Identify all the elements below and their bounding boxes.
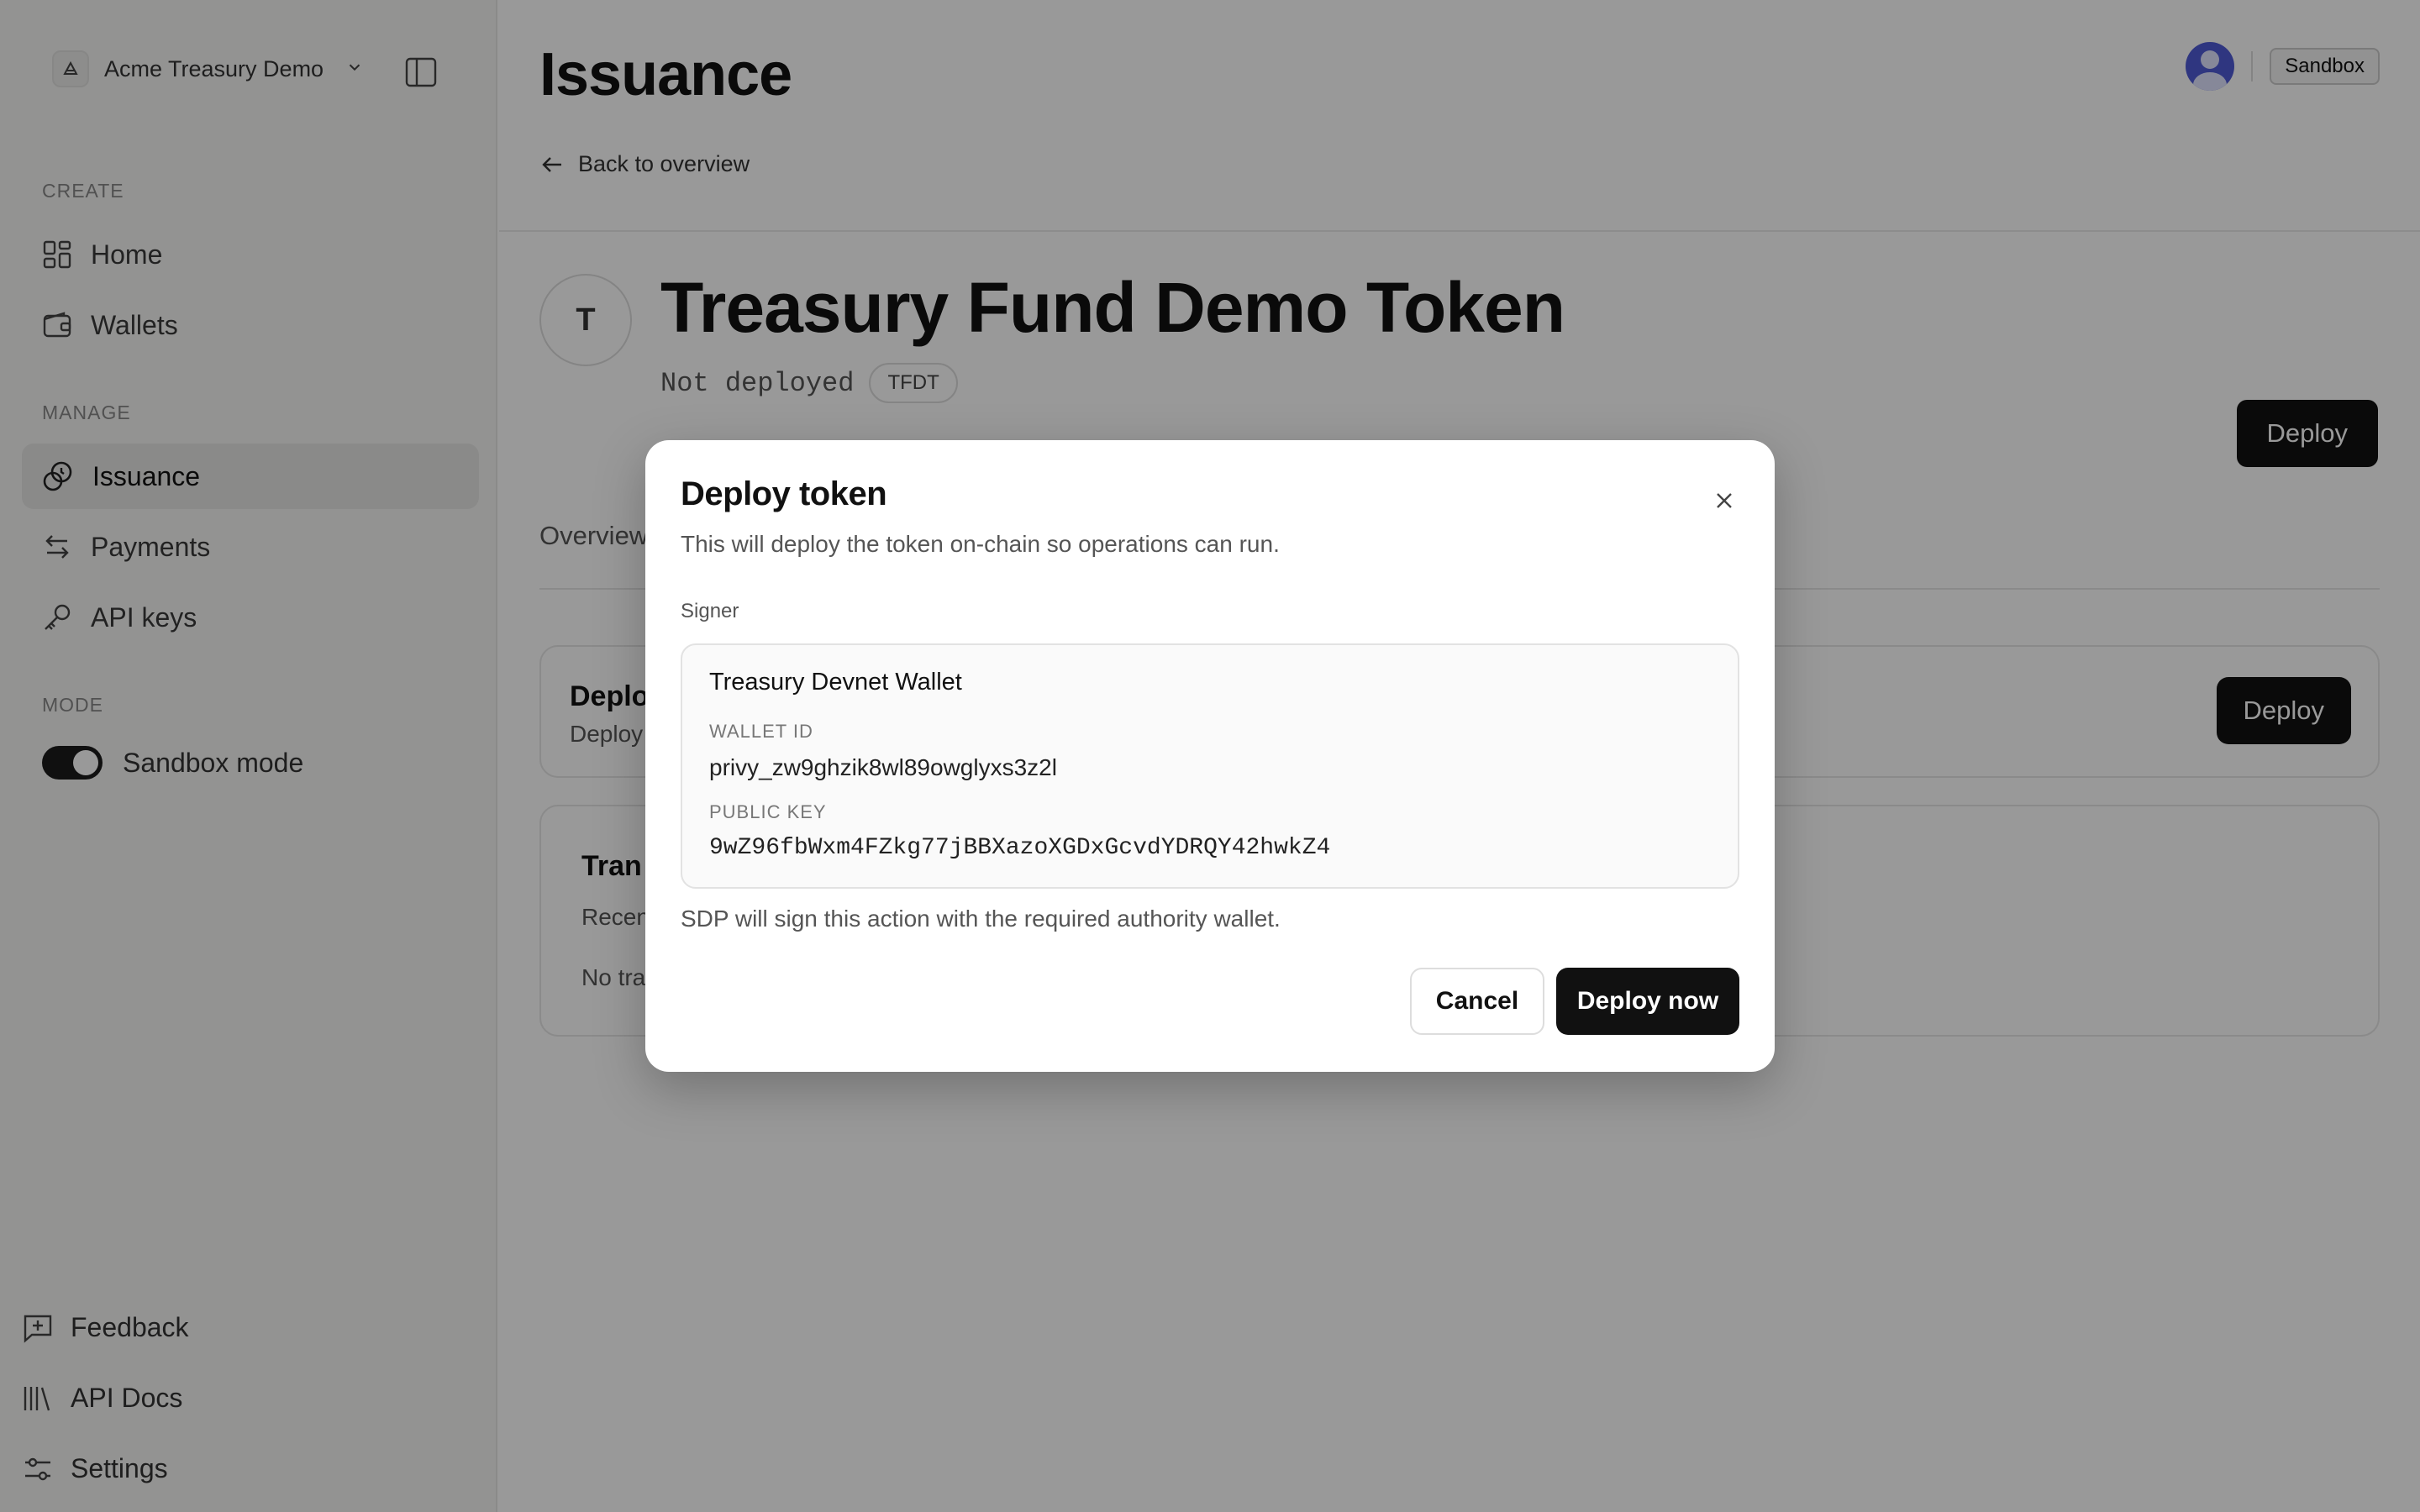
- wallet-name: Treasury Devnet Wallet: [709, 669, 962, 696]
- close-icon[interactable]: [1709, 486, 1739, 516]
- public-key-label: PUBLIC KEY: [709, 801, 827, 822]
- wallet-id-value: privy_zw9ghzik8wl89owglyxs3z2l: [709, 754, 1057, 780]
- dialog-title: Deploy token: [681, 475, 887, 512]
- wallet-id-label: WALLET ID: [709, 721, 813, 742]
- cancel-button[interactable]: Cancel: [1410, 968, 1544, 1035]
- public-key-value: 9wZ96fbWxm4FZkg77jBBXazoXGDxGcvdYDRQY42h…: [709, 835, 1331, 861]
- signer-card: Treasury Devnet Wallet WALLET ID privy_z…: [681, 643, 1739, 889]
- deploy-token-dialog: Deploy token This will deploy the token …: [645, 440, 1775, 1072]
- deploy-now-button[interactable]: Deploy now: [1556, 968, 1739, 1035]
- dialog-description: This will deploy the token on-chain so o…: [681, 531, 1280, 557]
- signer-label: Signer: [681, 600, 739, 622]
- signing-note: SDP will sign this action with the requi…: [681, 906, 1281, 932]
